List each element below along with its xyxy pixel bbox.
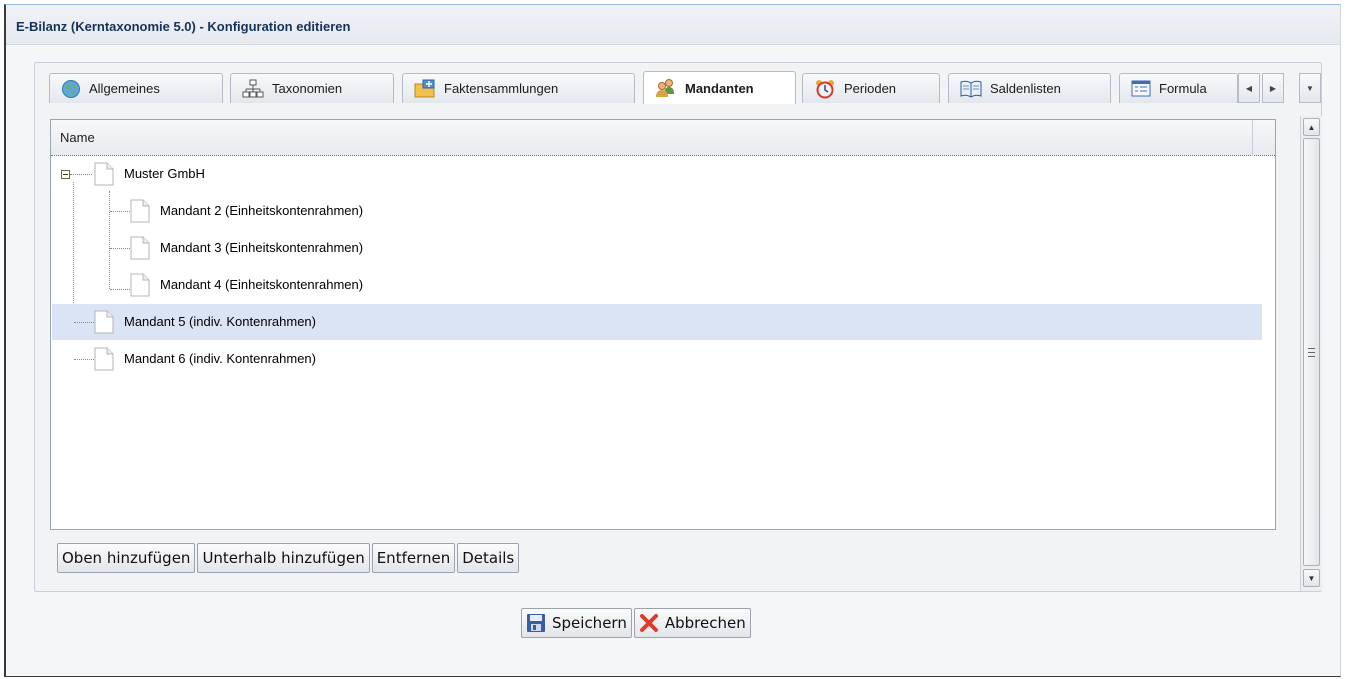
scroll-up-button[interactable]: ▲ <box>1303 118 1320 136</box>
tree-row-label: Mandant 5 (indiv. Kontenrahmen) <box>124 314 316 329</box>
tab-saldenlisten[interactable]: Saldenlisten <box>948 73 1111 103</box>
tree-row-label: Muster GmbH <box>124 166 205 181</box>
config-dialog: E-Bilanz (Kerntaxonomie 5.0) - Konfigura… <box>4 4 1341 677</box>
tab-taxonomien[interactable]: Taxonomien <box>230 73 394 103</box>
tree-row-muster-gmbh[interactable]: Muster GmbH <box>52 156 1262 192</box>
save-icon <box>527 614 545 632</box>
grid-header: Name <box>51 120 1275 156</box>
tab-scroll-right-button[interactable]: ▶ <box>1262 73 1284 103</box>
tree-connector-line <box>74 359 94 360</box>
tab-label: Allgemeines <box>89 81 160 96</box>
add-above-button[interactable]: Oben hinzufügen <box>57 543 196 573</box>
tree-row-mandant-3[interactable]: Mandant 3 (Einheitskontenrahmen) <box>52 230 1262 266</box>
tree-row-mandant-6[interactable]: Mandant 6 (indiv. Kontenrahmen) <box>52 341 1262 377</box>
add-below-button[interactable]: Unterhalb hinzufügen <box>197 543 370 573</box>
tab-label: Formula <box>1159 81 1207 96</box>
document-icon <box>94 162 114 186</box>
tree-row-mandant-2[interactable]: Mandant 2 (Einheitskontenrahmen) <box>52 193 1262 229</box>
column-header-name[interactable]: Name <box>60 130 95 145</box>
tree-row-label: Mandant 3 (Einheitskontenrahmen) <box>160 240 364 255</box>
tab-panel: Allgemeines Taxonomien Faktensammlungen … <box>34 62 1322 592</box>
document-icon <box>130 199 150 223</box>
tree-row-mandant-4[interactable]: Mandant 4 (Einheitskontenrahmen) <box>52 267 1262 303</box>
scroll-down-button[interactable]: ▼ <box>1303 569 1320 587</box>
tree-row-label: Mandant 6 (indiv. Kontenrahmen) <box>124 351 316 366</box>
grid-toolbar: Oben hinzufügen Unterhalb hinzufügen Ent… <box>57 543 520 573</box>
panel-scrollbar[interactable]: ▲ ▼ <box>1300 116 1322 591</box>
tab-label: Taxonomien <box>272 81 343 96</box>
dialog-footer: Speichern Abbrechen <box>521 608 751 638</box>
alarm-clock-icon <box>816 79 834 98</box>
tab-label: Mandanten <box>685 80 754 96</box>
tab-formula[interactable]: Formula <box>1119 73 1238 103</box>
tab-perioden[interactable]: Perioden <box>802 73 940 103</box>
tab-label: Faktensammlungen <box>444 81 559 96</box>
form-icon <box>1131 80 1151 96</box>
tree-connector-line <box>110 248 130 249</box>
tab-label: Saldenlisten <box>990 81 1061 96</box>
cancel-label: Abbrechen <box>664 614 746 632</box>
tab-scroll-left-button[interactable]: ◀ <box>1238 73 1260 103</box>
remove-button[interactable]: Entfernen <box>371 543 456 573</box>
tree-row-mandant-5[interactable]: Mandant 5 (indiv. Kontenrahmen) <box>52 304 1262 340</box>
tree-row-label: Mandant 4 (Einheitskontenrahmen) <box>160 277 364 292</box>
hierarchy-icon <box>242 79 264 97</box>
grip-icon <box>1308 347 1315 357</box>
document-icon <box>130 273 150 297</box>
document-icon <box>130 236 150 260</box>
users-icon <box>656 79 674 97</box>
book-icon <box>960 80 982 98</box>
tree-connector-line <box>70 174 92 175</box>
tree-connector-line <box>74 322 94 323</box>
document-icon <box>94 310 114 334</box>
tab-menu-button[interactable]: ▼ <box>1299 73 1321 103</box>
tab-faktensammlungen[interactable]: Faktensammlungen <box>402 73 635 103</box>
mandanten-tree-grid: Name Muster GmbH Mandant 2 (Einheitskont… <box>50 119 1276 530</box>
save-label: Speichern <box>552 614 627 632</box>
column-separator <box>1252 120 1253 156</box>
globe-icon <box>62 79 80 98</box>
tree-connector-line <box>110 289 130 290</box>
folder-icon <box>414 79 435 97</box>
tree-connector-line <box>110 211 130 212</box>
dialog-title: E-Bilanz (Kerntaxonomie 5.0) - Konfigura… <box>6 5 1340 45</box>
document-icon <box>94 347 114 371</box>
cancel-button[interactable]: Abbrechen <box>633 608 751 638</box>
scroll-thumb[interactable] <box>1303 138 1320 566</box>
tab-mandanten[interactable]: Mandanten <box>643 71 796 104</box>
details-button[interactable]: Details <box>457 543 520 573</box>
tree-row-label: Mandant 2 (Einheitskontenrahmen) <box>160 203 364 218</box>
collapse-icon[interactable] <box>61 170 70 179</box>
save-button[interactable]: Speichern <box>521 608 632 638</box>
tab-allgemeines[interactable]: Allgemeines <box>49 73 223 103</box>
close-icon <box>639 614 658 632</box>
tab-label: Perioden <box>844 81 897 96</box>
